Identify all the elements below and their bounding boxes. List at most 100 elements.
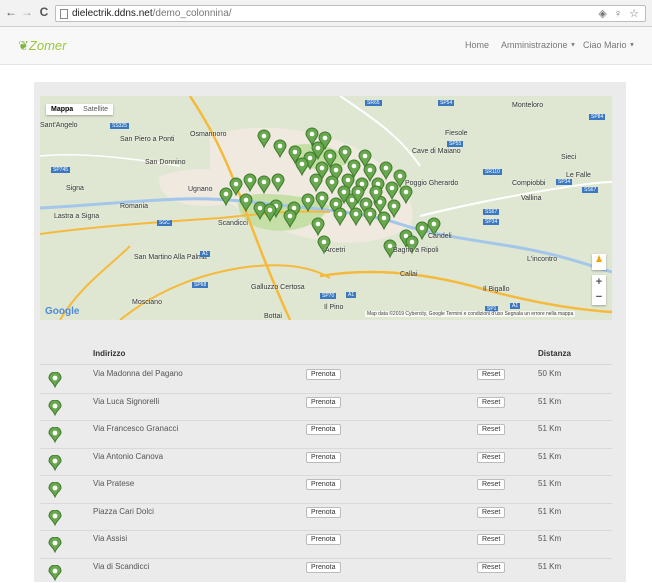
- station-address: Piazza Cari Dolci: [93, 506, 154, 516]
- stations-map[interactable]: Mappa Satellite Sant'Angelo San Piero a P…: [40, 96, 612, 320]
- map-place-label: Monteloro: [512, 102, 544, 109]
- reset-button[interactable]: Reset: [477, 561, 506, 573]
- reset-button[interactable]: Reset: [477, 451, 506, 463]
- map-place-label: Callai: [400, 271, 418, 278]
- map-place-label: Il Bigallo: [483, 286, 510, 293]
- pegman-icon[interactable]: ♟: [592, 254, 606, 270]
- table-row: Via di Scandicci Prenota Reset 51 Km: [40, 559, 612, 583]
- table-row: Via Francesco Granacci Prenota Reset 51 …: [40, 421, 612, 449]
- road-shield: SP68: [192, 282, 209, 288]
- road-shield: SP34: [556, 179, 573, 185]
- map-place-label: Arcetri: [325, 247, 346, 254]
- zoom-in-button[interactable]: +: [592, 275, 606, 290]
- station-marker-icon[interactable]: [415, 221, 429, 241]
- station-address: Via di Scandicci: [93, 561, 150, 571]
- station-address: Via Assisi: [93, 534, 128, 543]
- url-path: /demo_colonnina/: [152, 8, 232, 19]
- map-place-label: Poggio Gherardo: [405, 180, 459, 187]
- reset-button[interactable]: Reset: [477, 369, 506, 380]
- prenota-button[interactable]: Prenota: [306, 561, 341, 573]
- prenota-button[interactable]: Prenota: [306, 506, 341, 518]
- station-address: Via Luca Signorelli: [93, 396, 160, 406]
- leaf-icon: ❦: [18, 38, 29, 53]
- map-place-label: San Piero a Ponti: [120, 136, 175, 143]
- table-row: Via Luca Signorelli Prenota Reset 51 Km: [40, 394, 612, 421]
- caret-down-icon: ▼: [570, 42, 576, 49]
- nav-home-link[interactable]: Home: [465, 40, 489, 50]
- table-row: Piazza Cari Dolci Prenota Reset 51 Km: [40, 504, 612, 531]
- satellite-tab[interactable]: Satellite: [78, 104, 113, 115]
- map-type-control: Mappa Satellite: [46, 104, 114, 115]
- table-row: Via Madonna del Pagano Prenota Reset 50 …: [40, 366, 612, 394]
- address-bar[interactable]: dielectrik.ddns.net/demo_colonnina/ ◈ ♀ …: [55, 5, 646, 22]
- map-place-label: Bottai: [264, 313, 282, 320]
- station-distance: 51 Km: [538, 479, 562, 488]
- road-shield: SP54: [438, 100, 455, 106]
- prenota-button[interactable]: Prenota: [306, 396, 341, 408]
- prenota-button[interactable]: Prenota: [306, 369, 341, 380]
- reset-button[interactable]: Reset: [477, 424, 506, 435]
- map-place-label: Compiobbi: [512, 180, 546, 187]
- station-marker-icon: [48, 399, 62, 416]
- nav-user-label: Ciao Mario: [583, 40, 627, 50]
- distance-column-header: Distanza: [538, 349, 571, 358]
- map-place-label: Lastra a Signa: [54, 213, 100, 220]
- map-place-label: San Martino Alla Palma: [134, 254, 207, 261]
- road-shield: SP70: [320, 293, 337, 299]
- map-place-label: Cave di Maiano: [412, 148, 461, 155]
- map-place-label: Le Falle: [566, 172, 591, 179]
- reload-icon[interactable]: C: [37, 5, 51, 19]
- road-shield: SS67: [483, 209, 500, 215]
- map-place-label: Mosciano: [132, 299, 162, 306]
- station-marker-icon: [48, 482, 62, 498]
- highway: [319, 270, 612, 314]
- browser-action-icons[interactable]: ◈ ♀ ☆: [598, 7, 641, 20]
- prenota-button[interactable]: Prenota: [306, 424, 341, 435]
- road-shield: SR65: [365, 100, 382, 106]
- station-marker-icon: [48, 509, 62, 526]
- map-place-label: Galluzzo Certosa: [251, 284, 305, 291]
- station-distance: 51 Km: [538, 506, 562, 516]
- station-marker-icon: [48, 564, 62, 581]
- zoom-out-button[interactable]: −: [592, 290, 606, 305]
- highway: [119, 264, 331, 320]
- prenota-button[interactable]: Prenota: [306, 451, 341, 463]
- nav-admin-dropdown[interactable]: Amministrazione ▼: [501, 40, 576, 50]
- station-distance: 51 Km: [538, 561, 562, 571]
- map-place-label: Romania: [120, 203, 149, 210]
- map-attribution[interactable]: Map data ©2019 Cybercity, Google Termini…: [365, 311, 576, 317]
- map-tab[interactable]: Mappa: [46, 104, 78, 115]
- station-address: Via Pratese: [93, 479, 135, 488]
- page-icon: [60, 9, 68, 19]
- map-place-label: Candeli: [428, 233, 452, 240]
- road-shield: A1: [510, 303, 521, 309]
- map-place-label: Sant'Angelo: [40, 122, 78, 129]
- url-text: dielectrik.ddns.net/demo_colonnina/: [72, 8, 232, 19]
- reset-button[interactable]: Reset: [477, 396, 506, 408]
- map-place-label: Bagno a Ripoli: [393, 247, 439, 254]
- prenota-button[interactable]: Prenota: [306, 534, 341, 545]
- map-place-label: L'incontro: [527, 256, 558, 263]
- station-distance: 51 Km: [538, 424, 562, 433]
- station-address: Via Madonna del Pagano: [93, 369, 183, 378]
- station-marker-icon: [48, 372, 62, 388]
- brand-logo[interactable]: ❦Zomer: [18, 38, 66, 54]
- zoom-control: + −: [592, 275, 606, 305]
- station-distance: 51 Km: [538, 396, 562, 406]
- map-place-label: Vallina: [521, 195, 542, 202]
- caret-down-icon: ▼: [629, 42, 635, 49]
- reset-button[interactable]: Reset: [477, 479, 506, 490]
- reset-button[interactable]: Reset: [477, 506, 506, 518]
- nav-user-dropdown[interactable]: Ciao Mario ▼: [583, 40, 635, 50]
- road-shield: A1: [346, 292, 357, 298]
- station-address: Via Francesco Granacci: [93, 424, 179, 433]
- map-place-label: Fiesole: [445, 130, 468, 137]
- back-icon[interactable]: ←: [4, 5, 18, 19]
- prenota-button[interactable]: Prenota: [306, 479, 341, 490]
- forward-icon[interactable]: →: [20, 5, 34, 19]
- map-place-label: Signa: [66, 185, 84, 192]
- table-row: Via Assisi Prenota Reset 51 Km: [40, 531, 612, 559]
- reset-button[interactable]: Reset: [477, 534, 506, 545]
- road-shield: A1: [200, 251, 211, 257]
- station-marker-icon: [48, 537, 62, 553]
